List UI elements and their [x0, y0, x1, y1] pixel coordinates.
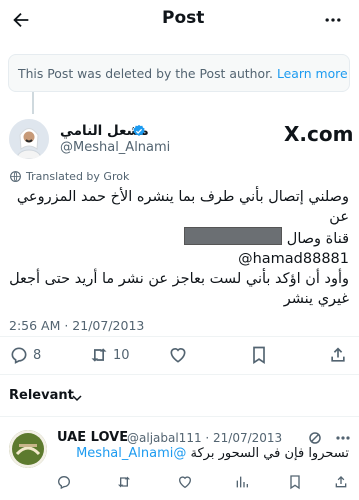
deleted-post-notice: This Post was deleted by the Post author…	[8, 54, 350, 92]
tweet-line-2: قناة وصال	[9, 227, 349, 249]
bookmark-icon[interactable]	[287, 474, 303, 490]
back-arrow-icon[interactable]	[10, 9, 32, 31]
repost-button[interactable]: 10	[89, 345, 130, 365]
reply-menu-icons[interactable]	[308, 430, 352, 446]
divider	[0, 416, 359, 417]
more-dots-icon[interactable]	[323, 10, 343, 30]
thread-connector	[32, 92, 34, 114]
reply-mention-link[interactable]: @Meshal_Alnami	[76, 446, 186, 461]
tweet-line-5: غيري ينشر	[283, 291, 349, 307]
learn-more-link[interactable]: Learn more	[277, 66, 348, 81]
redaction-block	[184, 227, 283, 245]
share-icon	[331, 347, 345, 362]
views-icon[interactable]	[234, 474, 250, 490]
repost-count: 10	[113, 347, 130, 363]
repost-icon[interactable]	[116, 474, 132, 490]
like-button[interactable]	[168, 345, 188, 365]
bookmark-icon	[253, 346, 265, 365]
like-icon[interactable]	[177, 474, 193, 490]
chevron-down-icon[interactable]	[71, 392, 83, 404]
post-timestamp[interactable]: 2:56 AM · 21/07/2013	[9, 318, 144, 333]
translated-label[interactable]: Translated by Grok	[26, 170, 129, 183]
divider	[0, 336, 359, 337]
reply-count: 8	[33, 347, 42, 363]
reply-author-handle[interactable]: @aljabal111 · 21/07/2013	[127, 431, 282, 445]
reply-sort-label[interactable]: Relevant	[9, 388, 74, 403]
globe-icon	[10, 171, 21, 182]
reply-icon[interactable]	[56, 474, 72, 490]
reply-button[interactable]: 8	[9, 345, 41, 365]
notice-text: This Post was deleted by the Post author…	[18, 66, 273, 81]
reply-icon	[11, 347, 27, 364]
source-logo: X.com	[284, 122, 354, 146]
top-bar: Post	[0, 0, 359, 40]
divider	[0, 374, 359, 375]
repost-icon	[91, 348, 107, 362]
reply-author-name[interactable]: UAE LOVE	[57, 430, 128, 445]
tweet-line-3: hamad88881@	[238, 251, 349, 267]
tweet-line-1: وصلني إتصال بأني طرف بما ينشره الأخ حمد …	[16, 189, 349, 225]
author-avatar[interactable]	[9, 119, 49, 159]
author-handle[interactable]: @Meshal_Alnami	[60, 140, 170, 155]
bookmark-button[interactable]	[249, 345, 269, 365]
reply-text: تسحروا فإن في السحور بركة @Meshal_Alnami	[76, 446, 349, 461]
tweet-text: وصلني إتصال بأني طرف بما ينشره الأخ حمد …	[9, 187, 349, 309]
reply-author-avatar[interactable]	[9, 430, 47, 468]
tweet-line-4: وأود أن اؤكد بأني لست بعاجز عن نشر ما أر…	[9, 271, 349, 287]
verified-badge-icon	[133, 124, 145, 136]
share-icon[interactable]	[333, 474, 349, 490]
page-title: Post	[162, 8, 205, 28]
share-button[interactable]	[328, 345, 348, 365]
like-icon	[170, 348, 186, 363]
